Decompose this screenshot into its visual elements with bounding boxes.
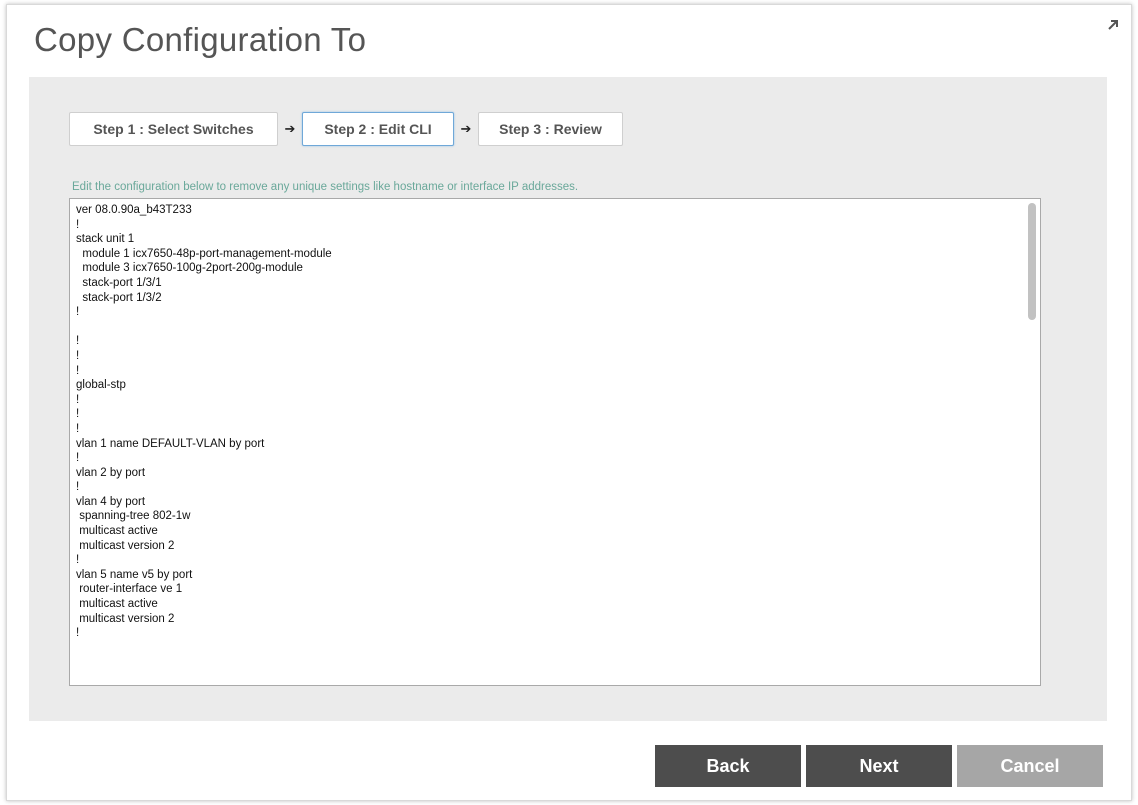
next-button[interactable]: Next — [806, 745, 952, 787]
step-review[interactable]: Step 3 : Review — [478, 112, 623, 146]
step-arrow-icon: ➔ — [460, 121, 472, 136]
cli-config-editor[interactable]: ver 08.0.90a_b43T233 ! stack unit 1 modu… — [69, 198, 1041, 686]
dialog-title: Copy Configuration To — [34, 21, 367, 58]
wizard-panel: Step 1 : Select Switches ➔ Step 2 : Edit… — [29, 77, 1107, 721]
cancel-button[interactable]: Cancel — [957, 745, 1103, 787]
edit-instruction: Edit the configuration below to remove a… — [72, 181, 579, 193]
step-edit-cli[interactable]: Step 2 : Edit CLI — [302, 112, 454, 146]
step-select-switches[interactable]: Step 1 : Select Switches — [69, 112, 278, 146]
step-label: Step 3 : Review — [499, 121, 602, 137]
expand-arrow-icon[interactable] — [1105, 17, 1121, 33]
back-button[interactable]: Back — [655, 745, 801, 787]
step-arrow-icon: ➔ — [284, 121, 296, 136]
step-label: Step 1 : Select Switches — [93, 121, 254, 137]
step-label: Step 2 : Edit CLI — [324, 121, 432, 137]
wizard-steps: Step 1 : Select Switches ➔ Step 2 : Edit… — [69, 111, 623, 147]
copy-configuration-dialog: Copy Configuration To Step 1 : Select Sw… — [6, 4, 1132, 801]
cli-config-text[interactable]: ver 08.0.90a_b43T233 ! stack unit 1 modu… — [76, 203, 1016, 641]
editor-scrollbar[interactable] — [1028, 203, 1036, 320]
